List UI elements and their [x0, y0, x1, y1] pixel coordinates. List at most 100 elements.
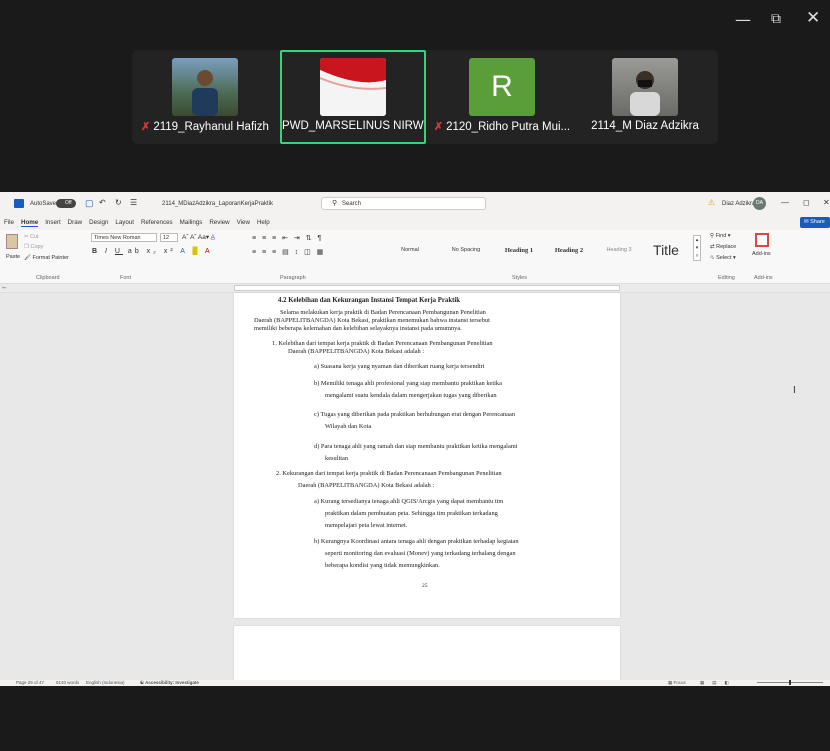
document-page-next[interactable] [234, 626, 620, 686]
select-label: Select [716, 255, 732, 261]
close-icon[interactable]: ✕ [823, 198, 830, 207]
paste-label[interactable]: Paste [6, 254, 20, 260]
search-placeholder: Search [342, 201, 362, 207]
text-line: praktikan dalam pembuatan peta. Sehingga… [325, 510, 498, 517]
ribbon-tab-insert[interactable]: Insert [45, 219, 60, 227]
customize-quick-access-icon[interactable]: ☰ [130, 198, 137, 207]
ribbon-tab-design[interactable]: Design [89, 219, 108, 227]
text-line: Daerah (BAPPELITBANGDA) Kota Bekasi, pra… [254, 317, 490, 324]
save-icon[interactable]: ▢ [85, 198, 94, 209]
cut-label: Cut [30, 234, 39, 240]
participant-tile[interactable]: 2114_M Diaz Adzikra [572, 50, 718, 144]
autosave-label: AutoSave [30, 201, 57, 207]
document-page[interactable]: 4.2 Kelebihan dan Kekurangan Instansi Te… [234, 293, 620, 618]
ribbon-tab-list: File Home Insert Draw Design Layout References… [4, 219, 270, 227]
participant-name: 2114_M Diaz Adzikra [572, 120, 718, 132]
focus-button[interactable]: ▦ Focus [668, 680, 686, 686]
font-format-buttons[interactable]: B I U ab x₂ x² A █ A [92, 248, 213, 255]
participant-tile-active-speaker[interactable]: PWD_MARSELINUS NIRW... [280, 50, 426, 144]
add-ins-button[interactable]: Add-ins [752, 251, 771, 257]
font-name-dropdown[interactable]: Times New Roman [91, 233, 157, 242]
alignment-buttons[interactable]: ≡ ≡ ≡ ▤ ↕ ◫ ▦ [252, 248, 325, 256]
user-name[interactable]: Diaz Adzikra [722, 201, 755, 207]
list-item-1: 1. Kelebihan dari tempat kerja praktik d… [272, 340, 493, 356]
style-heading-1[interactable]: Heading 1 [494, 247, 544, 254]
text-line: memiliki beberapa kelemahan dan kelebiha… [254, 325, 462, 332]
warning-icon[interactable]: ⚠ [708, 198, 715, 207]
style-title[interactable]: Title [644, 242, 688, 258]
page-indicator[interactable]: Page 29 of 47 [16, 680, 44, 685]
cut-button[interactable]: ✂ Cut [24, 234, 39, 240]
user-avatar[interactable]: DA [753, 197, 766, 210]
ribbon-tab-mailings[interactable]: Mailings [180, 219, 203, 227]
style-heading-3[interactable]: Heading 3 [594, 247, 644, 253]
text-line: b) Kurangnya Koordinasi antara tenaga ah… [314, 538, 519, 545]
word-count[interactable]: 6140 words [56, 680, 79, 685]
share-label: Share [810, 219, 825, 225]
autosave-state: Off [65, 200, 72, 206]
ribbon-tab-review[interactable]: Review [209, 219, 229, 227]
horizontal-ruler[interactable]: ⌙ [0, 284, 830, 293]
intro-paragraph: Selama melakukan kerja praktik di Badan … [254, 309, 604, 333]
restore-icon[interactable]: ◻ [803, 198, 810, 207]
share-button[interactable]: ✉ Share [800, 217, 830, 228]
list-item-1c: c) Tugas yang diberikan pada praktikan b… [314, 411, 515, 431]
restore-icon[interactable]: ⧉ [771, 11, 781, 27]
font-group-label: Font [120, 275, 132, 281]
search-box[interactable]: ⚲ Search [321, 197, 486, 210]
select-button[interactable]: ⬁ Select ▾ [710, 255, 736, 261]
ribbon-tab-layout[interactable]: Layout [115, 219, 134, 227]
tab-selector-icon[interactable]: ⌙ [2, 284, 7, 291]
text-line: mengalami suatu kendala dalam mengerjaka… [325, 392, 497, 399]
minimize-icon[interactable]: — [781, 198, 789, 207]
styles-gallery: Normal No Spacing Heading 1 Heading 2 Headin… [382, 242, 688, 258]
minimize-icon[interactable]: — [735, 10, 751, 29]
close-icon[interactable]: ✕ [806, 8, 820, 28]
accessibility-status[interactable]: ☯ Accessibility: Investigate [140, 680, 199, 686]
copy-label: Copy [30, 244, 44, 250]
text-line: Wilayah dan Kota [325, 423, 372, 430]
participant-name: ✗ 2120_Ridho Putra Mui... [429, 120, 575, 133]
text-line: mempelajari peta lewat internet. [325, 522, 408, 529]
undo-icon[interactable]: ↶ [99, 198, 106, 207]
ribbon-tab-file[interactable]: File [4, 219, 14, 227]
participant-tile[interactable]: R ✗ 2120_Ridho Putra Mui... [429, 50, 575, 144]
format-painter-button[interactable]: 🖌 Format Painter [24, 255, 69, 261]
ribbon-tab-home[interactable]: Home [20, 219, 39, 227]
ribbon-tab-view[interactable]: View [237, 219, 250, 227]
font-size-dropdown[interactable]: 12 [160, 233, 178, 242]
zoom-slider-thumb[interactable] [789, 680, 791, 685]
styles-group-label: Styles [512, 275, 527, 281]
ribbon-tab-references[interactable]: References [141, 219, 173, 227]
language-indicator[interactable]: English (Indonesia) [86, 680, 125, 685]
replace-button[interactable]: ⇄ Replace [710, 244, 736, 250]
font-size-controls[interactable]: Aˆ Aˇ Aa▾ A̲ [182, 233, 215, 241]
ribbon-tab-draw[interactable]: Draw [68, 219, 82, 227]
text-line: 2. Kekurangan dari tempat kerja praktik … [276, 470, 502, 477]
styles-scroll[interactable]: ▴ ▾ ▿ [693, 235, 701, 261]
style-heading-2[interactable]: Heading 2 [544, 247, 594, 254]
participant-name-text: PWD_MARSELINUS NIRW... [282, 120, 424, 132]
text-line: Daerah (BAPPELITBANGDA) Kota Bekasi adal… [288, 348, 425, 355]
list-item-2a: a) Kurang tersedianya tenaga ahli QGIS/A… [314, 498, 614, 530]
find-button[interactable]: ⚲ Find ▾ [710, 233, 731, 239]
ribbon-tab-help[interactable]: Help [257, 219, 270, 227]
style-normal[interactable]: Normal [382, 247, 438, 253]
participant-name-text: 2114_M Diaz Adzikra [591, 120, 699, 132]
style-no-spacing[interactable]: No Spacing [438, 247, 494, 253]
participant-video [612, 58, 678, 116]
text-line: a) Kurang tersedianya tenaga ahli QGIS/A… [314, 498, 504, 505]
find-label: Find [715, 233, 727, 239]
list-buttons[interactable]: ≡ ≡ ≡ ⇤ ⇥ ⇅ ¶ [252, 234, 323, 242]
document-filename[interactable]: 2114_MDiazAdzikra_LaporanKerjaPraktik [162, 201, 273, 207]
paste-icon[interactable] [6, 234, 18, 249]
redo-icon[interactable]: ↻ [115, 198, 122, 207]
text-line: seperti monitoring dan evaluasi (Monev) … [325, 550, 516, 557]
participant-tile[interactable]: ✗ 2119_Rayhanul Hafizh [132, 50, 278, 144]
copy-button[interactable]: ❐ Copy [24, 244, 43, 250]
add-ins-icon[interactable] [755, 233, 769, 247]
view-buttons[interactable]: ▦▤◧ [700, 680, 737, 686]
participant-video [172, 58, 238, 116]
autosave-toggle[interactable]: Off [56, 199, 76, 208]
text-line: kesulitan [325, 455, 349, 462]
